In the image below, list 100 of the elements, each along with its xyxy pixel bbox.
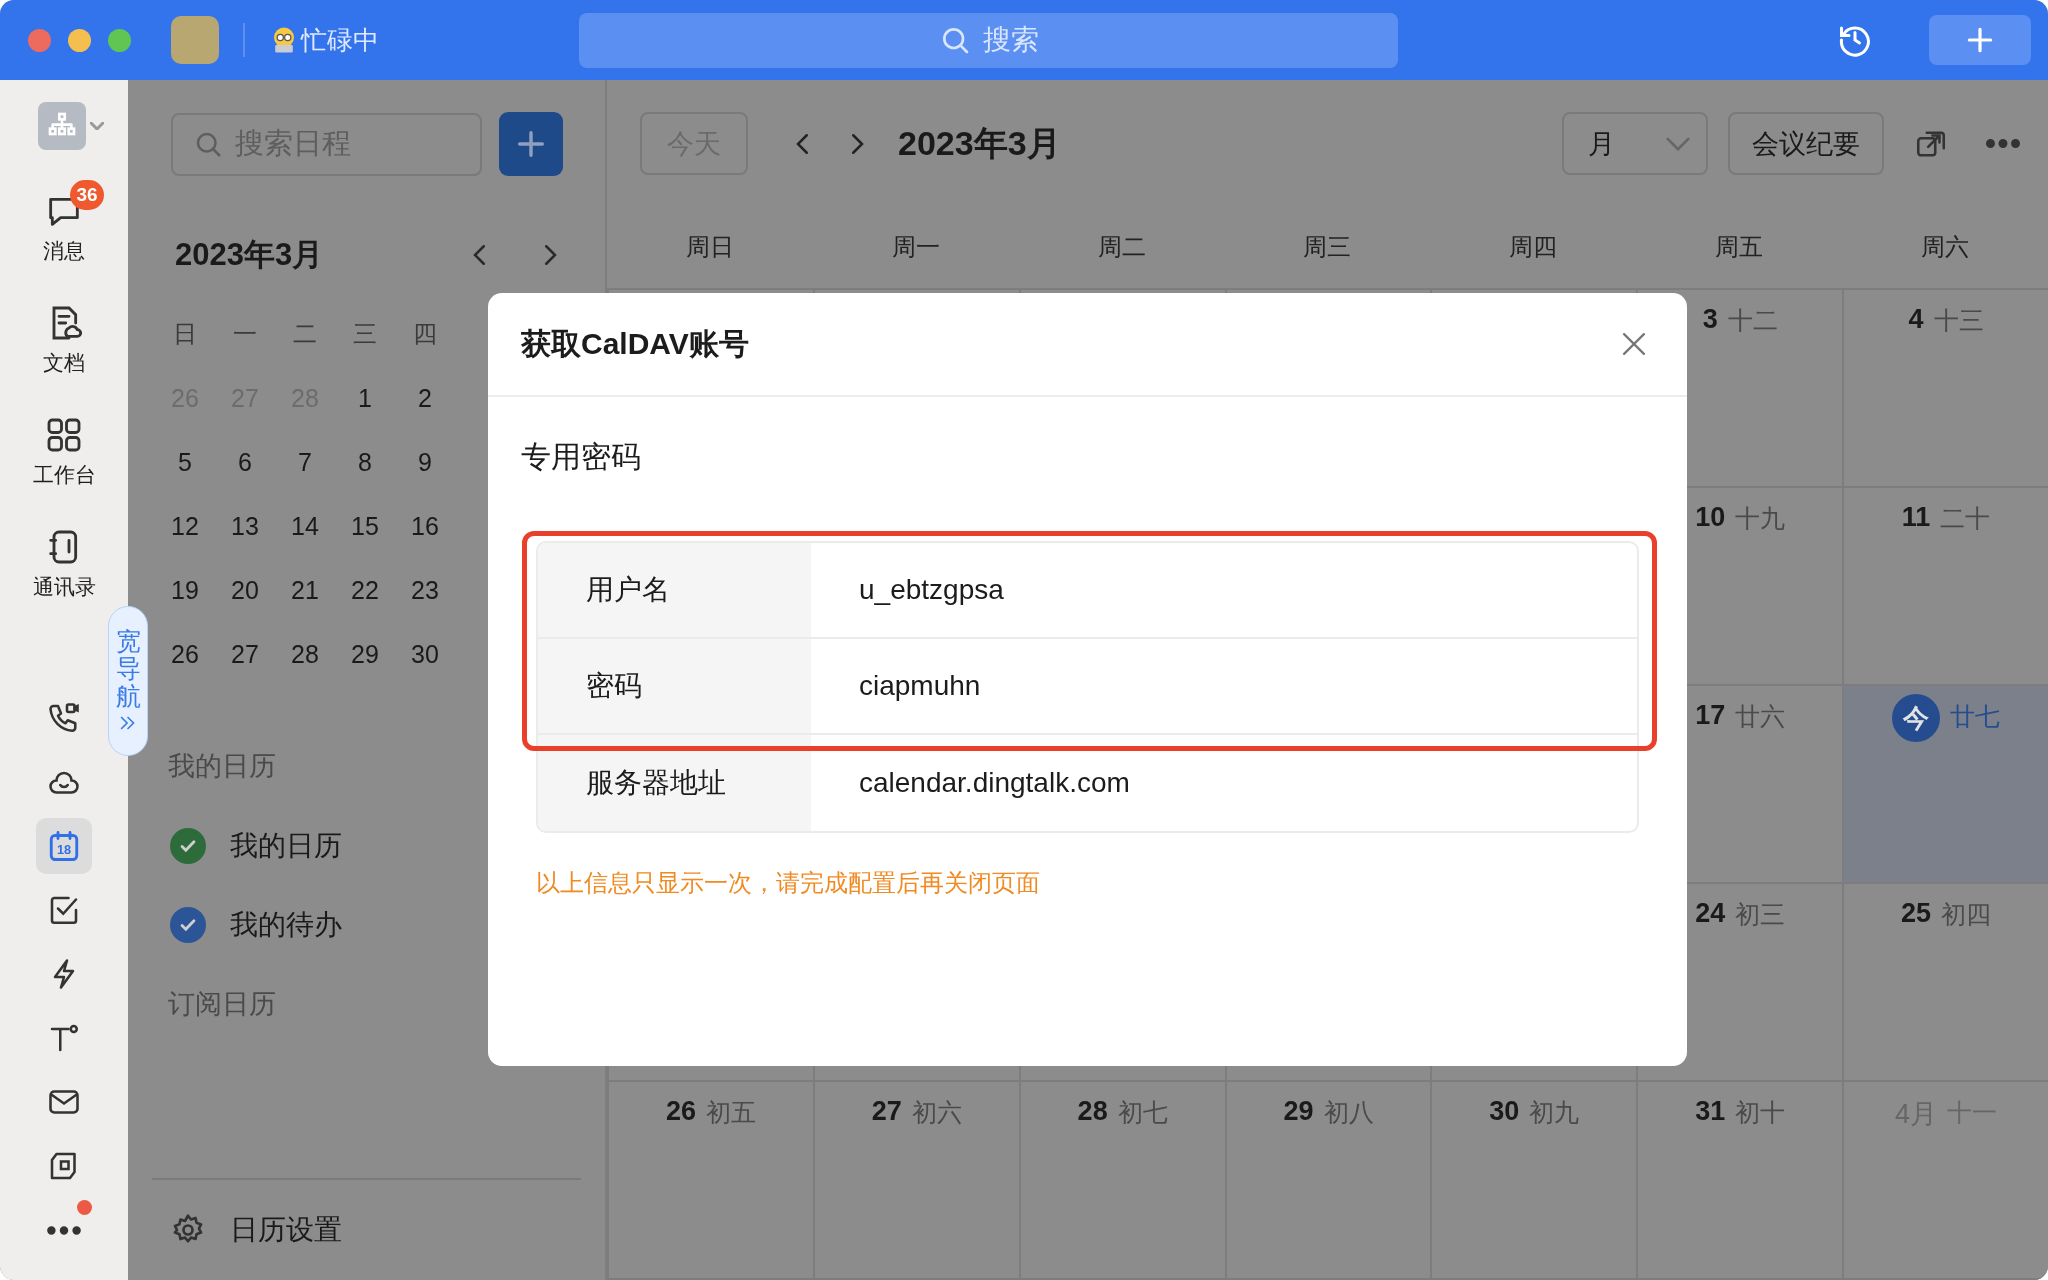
day-number: 30 (1489, 1096, 1520, 1127)
more-icon (46, 1225, 82, 1235)
weekday-label: 周三 (1302, 231, 1353, 262)
date-cell[interactable]: 14 (291, 511, 319, 541)
date-cell[interactable]: 2 (418, 383, 432, 413)
unread-badge: 36 (70, 180, 104, 210)
meeting-minutes-button[interactable]: 会议纪要 (1728, 112, 1884, 175)
field-value: ciapmuhn (858, 669, 981, 703)
date-cell[interactable]: 13 (231, 511, 259, 541)
field-label: 密码 (538, 639, 811, 733)
field-label: 服务器地址 (538, 735, 811, 831)
lunar-date: 初四 (1941, 899, 1992, 930)
date-cell[interactable]: 22 (351, 575, 379, 605)
weekday-label: 日 (173, 319, 197, 349)
day-cell[interactable]: 4 十三 (1842, 290, 2048, 488)
lunar-date: 十二 (1727, 305, 1778, 336)
minimize-window-button[interactable] (68, 28, 91, 52)
lunar-date: 初七 (1117, 1097, 1168, 1128)
caret-icon (90, 122, 104, 130)
day-number: 10 (1695, 502, 1726, 533)
day-number: 25 (1901, 898, 1932, 929)
date-cell[interactable]: 16 (411, 511, 439, 541)
date-cell[interactable]: 12 (171, 511, 199, 541)
date-cell[interactable]: 29 (351, 639, 379, 669)
lunar-date: 初三 (1735, 899, 1786, 930)
date-cell[interactable]: 5 (178, 447, 192, 477)
docs-nav-item[interactable]: 文档 (14, 284, 114, 396)
day-cell[interactable]: 28 初七 (1018, 1082, 1225, 1280)
calendar-checkbox[interactable] (170, 827, 206, 864)
date-cell[interactable]: 1 (358, 383, 372, 413)
calendar-checkbox[interactable] (170, 906, 206, 943)
month-title: 2023年3月 (175, 236, 325, 274)
weekday-label: 周四 (1508, 231, 1559, 262)
day-number: 17 (1695, 700, 1726, 731)
date-cell[interactable]: 27 (231, 639, 259, 669)
calendar-name: 我的待办 (230, 907, 342, 942)
day-cell[interactable]: 26 初五 (607, 1082, 813, 1280)
day-number: 27 (871, 1096, 902, 1127)
section-title: 订阅日历 (168, 988, 276, 1021)
date-cell[interactable]: 21 (291, 575, 319, 605)
calendar-name: 我的日历 (230, 828, 342, 863)
lunar-date: 二十 (1940, 503, 1991, 534)
weekday-label: 周一 (890, 231, 941, 262)
lunar-date: 十九 (1735, 503, 1786, 534)
weekday-label: 周日 (684, 231, 735, 262)
field-label: 用户名 (538, 543, 811, 637)
day-number: 28 (1077, 1096, 1108, 1127)
day-number: 3 (1702, 304, 1718, 335)
weekday-label: 周六 (1920, 231, 1971, 262)
day-number: 11 (1901, 502, 1931, 533)
lunar-date: 初五 (705, 1097, 756, 1128)
day-cell[interactable]: 29 初八 (1224, 1082, 1431, 1280)
date-cell[interactable]: 15 (351, 511, 379, 541)
status-text[interactable]: 忙碌中 (301, 22, 379, 58)
field-value: u_ebtzgpsa (858, 573, 1004, 607)
date-cell[interactable]: 20 (231, 575, 259, 605)
date-cell[interactable]: 8 (358, 447, 372, 477)
lunar-date: 初六 (911, 1097, 962, 1128)
day-number: 31 (1695, 1096, 1726, 1127)
date-cell[interactable]: 28 (291, 639, 319, 669)
day-cell[interactable]: 今 廿七 (1842, 686, 2048, 884)
section-title: 专用密码 (521, 439, 642, 475)
date-cell[interactable]: 19 (171, 575, 199, 605)
day-cell[interactable]: 31 初十 (1636, 1082, 1843, 1280)
today-marker: 今 (1892, 694, 1941, 742)
add-event-button[interactable] (499, 112, 563, 176)
settings-link[interactable]: 日历设置 (230, 1211, 342, 1249)
day-number: 24 (1695, 898, 1726, 929)
section-title: 我的日历 (168, 750, 276, 783)
view-dropdown[interactable]: 月 (1562, 112, 1708, 175)
wide-navigation-toggle[interactable]: 宽导航 (108, 606, 148, 756)
day-cell[interactable]: 30 初九 (1430, 1082, 1637, 1280)
notice-text: 以上信息只显示一次，请完成配置后再关闭页面 (536, 868, 1041, 898)
day-number: 4 (1908, 304, 1924, 335)
date-cell[interactable]: 23 (411, 575, 439, 605)
workbench-nav-item[interactable]: 工作台 (14, 396, 114, 508)
lunar-date: 初十 (1735, 1097, 1786, 1128)
lunar-date: 初九 (1529, 1097, 1580, 1128)
date-cell[interactable]: 6 (238, 447, 252, 477)
dialog-title: 获取CalDAV账号 (521, 325, 749, 362)
date-cell[interactable]: 30 (411, 639, 439, 669)
month-title: 2023年3月 (898, 122, 1061, 164)
weekday-label: 周五 (1714, 231, 1765, 262)
date-cell[interactable]: 26 (171, 639, 199, 669)
lunar-date: 廿六 (1735, 701, 1786, 732)
day-cell[interactable]: 25 初四 (1842, 884, 2048, 1082)
weekday-label: 周二 (1096, 231, 1147, 262)
caret-icon (1666, 136, 1690, 151)
day-cell[interactable]: 27 初六 (812, 1082, 1019, 1280)
calendar-nav-button[interactable]: 18 (36, 818, 92, 874)
message-nav-item[interactable]: 消息 36 (14, 172, 114, 284)
field-value: calendar.dingtalk.com (858, 766, 1130, 800)
day-number: 26 (665, 1096, 696, 1127)
lunar-date: 廿七 (1950, 701, 2001, 732)
organization-switcher[interactable] (38, 102, 86, 150)
date-cell[interactable]: 9 (418, 447, 432, 477)
date-cell[interactable]: 7 (298, 447, 312, 477)
weekday-label: 三 (353, 319, 377, 349)
more-icon[interactable] (1986, 139, 2020, 148)
lunar-date: 十三 (1933, 305, 1984, 336)
